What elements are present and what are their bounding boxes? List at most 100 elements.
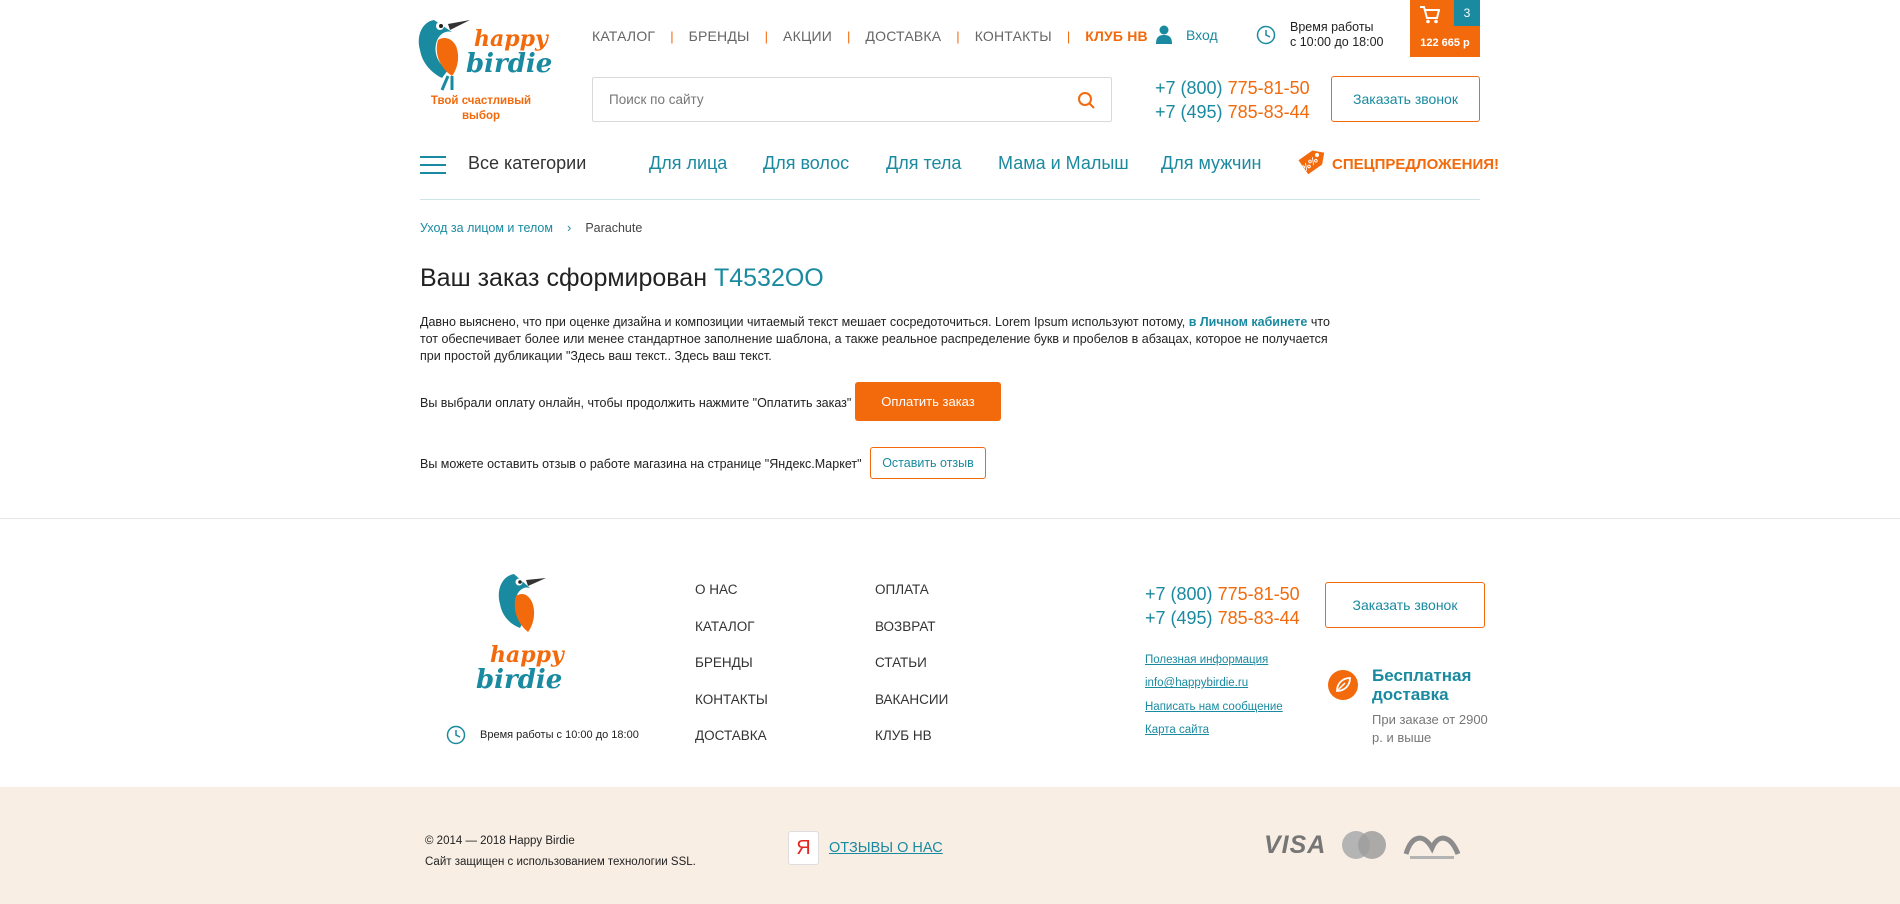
hours-line-1: Время работы [1290,20,1374,34]
phone-2-number: 785-83-44 [1227,102,1310,122]
footer-phone-2-code: +7 (495) [1145,608,1213,628]
yandex-icon: Я [788,831,819,865]
category-men[interactable]: Для мужчин [1161,153,1261,174]
svg-text:birdie: birdie [476,665,562,695]
footer-nav-col-1: О НАС КАТАЛОГ БРЕНДЫ КОНТАКТЫ ДОСТАВКА [695,582,768,765]
callback-button[interactable]: Заказать звонок [1331,76,1480,122]
breadcrumb-parent[interactable]: Уход за лицом и телом [420,221,553,235]
footer-phone-1-code: +7 (800) [1145,584,1213,604]
footer-link-catalog[interactable]: КАТАЛОГ [695,619,768,656]
order-description: Давно выяснено, что при оценке дизайна и… [420,314,1330,365]
footer-phones: +7 (800) 775-81-50 +7 (495) 785-83-44 [1145,582,1300,630]
sitemap-link[interactable]: Карта сайта [1145,724,1283,747]
footer-phone-2[interactable]: +7 (495) 785-83-44 [1145,606,1300,630]
category-face[interactable]: Для лица [649,153,727,174]
hours-text: Время работы с 10:00 до 18:00 [1290,20,1383,50]
nav-separator: | [847,28,851,44]
pay-order-button[interactable]: Оплатить заказ [855,382,1001,421]
bottom-band [0,787,1900,904]
email-link[interactable]: info@happybirdie.ru [1145,677,1283,700]
cart-icon [1420,6,1440,24]
nav-separator: | [956,28,960,44]
intellect-money-logo-icon [1403,835,1461,859]
clock-icon [1256,25,1276,45]
phone-1-code: +7 (800) [1155,78,1223,98]
nav-catalog[interactable]: КАТАЛОГ [592,28,655,44]
nav-separator: | [764,28,769,44]
footer-link-brands[interactable]: БРЕНДЫ [695,655,768,692]
nav-separator: | [670,28,674,44]
footer-link-payment[interactable]: ОПЛАТА [875,582,948,619]
personal-account-link[interactable]: в Личном кабинете [1189,315,1308,329]
login-link[interactable]: Вход [1156,25,1218,44]
footer-divider [0,518,1900,519]
phone-2[interactable]: +7 (495) 785-83-44 [1155,100,1310,124]
nav-promotions[interactable]: АКЦИИ [783,28,832,44]
category-mom-baby[interactable]: Мама и Малыш [998,153,1129,174]
footer-link-about[interactable]: О НАС [695,582,768,619]
reviews-link[interactable]: ОТЗЫВЫ О НАС [829,840,943,856]
copyright-text: © 2014 — 2018 Happy Birdie [425,835,575,847]
footer-link-vacancies[interactable]: ВАКАНСИИ [875,692,948,729]
cart-button[interactable]: 3 122 665 р [1410,0,1480,57]
phone-1[interactable]: +7 (800) 775-81-50 [1155,76,1310,100]
bird-logo-icon: happy birdie [476,574,566,695]
nav-delivery[interactable]: ДОСТАВКА [865,28,941,44]
footer-info-links: Полезная информация info@happybirdie.ru … [1145,654,1283,747]
menu-icon[interactable] [420,156,446,174]
footer-link-club[interactable]: КЛУБ НВ [875,728,948,765]
category-body[interactable]: Для тела [886,153,961,174]
leave-review-button[interactable]: Оставить отзыв [870,447,986,479]
search-box [592,77,1112,122]
reviews-block: Я ОТЗЫВЫ О НАС [788,831,943,865]
copyright: © 2014 — 2018 Happy Birdie Сайт защищен … [425,831,696,873]
footer-link-delivery[interactable]: ДОСТАВКА [695,728,768,765]
footer-phone-2-number: 785-83-44 [1217,608,1300,628]
footer-phone-1[interactable]: +7 (800) 775-81-50 [1145,582,1300,606]
nav-brands[interactable]: БРЕНДЫ [689,28,750,44]
footer-logo[interactable]: happy birdie [470,570,580,695]
free-delivery-title: Бесплатная доставка [1372,666,1472,704]
description-part-1: Давно выяснено, что при оценке дизайна и… [420,315,1186,329]
special-offers-link[interactable]: %% СПЕЦПРЕДЛОЖЕНИЯ! [1292,148,1499,180]
useful-info-link[interactable]: Полезная информация [1145,654,1283,677]
footer-hours: Время работы с 10:00 до 18:00 [446,725,639,745]
page-title: Ваш заказ сформирован T4532OO [420,264,824,293]
review-instructions: Вы можете оставить отзыв о работе магази… [420,457,862,471]
pay-instructions: Вы выбрали оплату онлайн, чтобы продолжи… [420,396,852,410]
order-number: T4532OO [713,264,824,292]
footer-nav-col-2: ОПЛАТА ВОЗВРАТ СТАТЬИ ВАКАНСИИ КЛУБ НВ [875,582,948,765]
user-icon [1156,25,1172,44]
phone-2-code: +7 (495) [1155,102,1223,122]
header-phones: +7 (800) 775-81-50 +7 (495) 785-83-44 [1155,76,1310,124]
cart-total: 122 665 р [1420,37,1470,49]
footer-link-contacts[interactable]: КОНТАКТЫ [695,692,768,729]
free-delivery-note: При заказе от 2900 р. и выше [1372,712,1488,745]
nav-contacts[interactable]: КОНТАКТЫ [975,28,1052,44]
footer-link-returns[interactable]: ВОЗВРАТ [875,619,948,656]
special-offers-label: СПЕЦПРЕДЛОЖЕНИЯ! [1332,155,1499,173]
nav-club[interactable]: КЛУБ НВ [1085,28,1148,44]
visa-logo: VISA [1264,830,1327,859]
category-menu: Все категории Для лица Для волос Для тел… [420,148,1499,200]
phone-1-number: 775-81-50 [1227,78,1310,98]
search-icon[interactable] [1077,91,1095,109]
mastercard-logo-icon [1342,831,1387,859]
clock-icon [446,725,466,745]
hours-line-2: с 10:00 до 18:00 [1290,35,1384,49]
footer-callback-button[interactable]: Заказать звонок [1325,582,1485,628]
page-title-text: Ваш заказ сформирован [420,264,708,292]
all-categories[interactable]: Все категории [468,153,586,174]
breadcrumb-current: Parachute [585,220,643,235]
ssl-note: Сайт защищен с использованием технологии… [425,856,696,868]
chevron-right-icon: › [566,220,572,235]
top-nav: КАТАЛОГ | БРЕНДЫ | АКЦИИ | ДОСТАВКА | КО… [592,28,1148,44]
footer-link-articles[interactable]: СТАТЬИ [875,655,948,692]
footer-hours-text: Время работы с 10:00 до 18:00 [480,729,639,741]
write-message-link[interactable]: Написать нам сообщение [1145,701,1283,724]
search-input[interactable] [593,78,1073,121]
bird-logo-icon: happy birdie [418,20,552,91]
category-hair[interactable]: Для волос [763,153,849,174]
footer-phone-1-number: 775-81-50 [1217,584,1300,604]
login-label: Вход [1186,26,1218,43]
